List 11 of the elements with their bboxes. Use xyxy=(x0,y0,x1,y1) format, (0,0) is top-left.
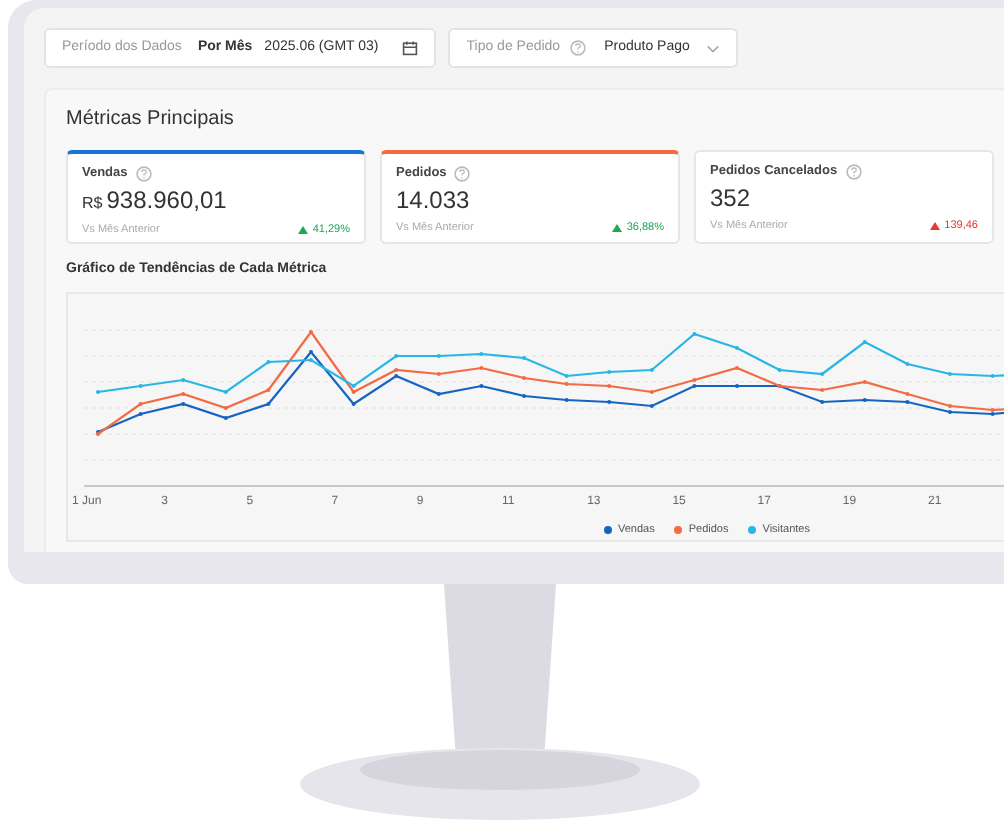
metric-value: 14.033 xyxy=(396,185,470,214)
section-title: Métricas Principais xyxy=(66,106,236,134)
calendar-icon xyxy=(402,40,419,56)
chevron-down-icon xyxy=(705,43,720,53)
help-icon xyxy=(570,40,587,56)
metric-value: 938.960,01 xyxy=(106,185,227,214)
help-icon xyxy=(135,165,152,182)
help-icon xyxy=(454,165,471,182)
help-icon xyxy=(845,163,862,180)
currency-symbol: R$ xyxy=(82,191,103,216)
metric-value: 352 xyxy=(710,183,751,212)
